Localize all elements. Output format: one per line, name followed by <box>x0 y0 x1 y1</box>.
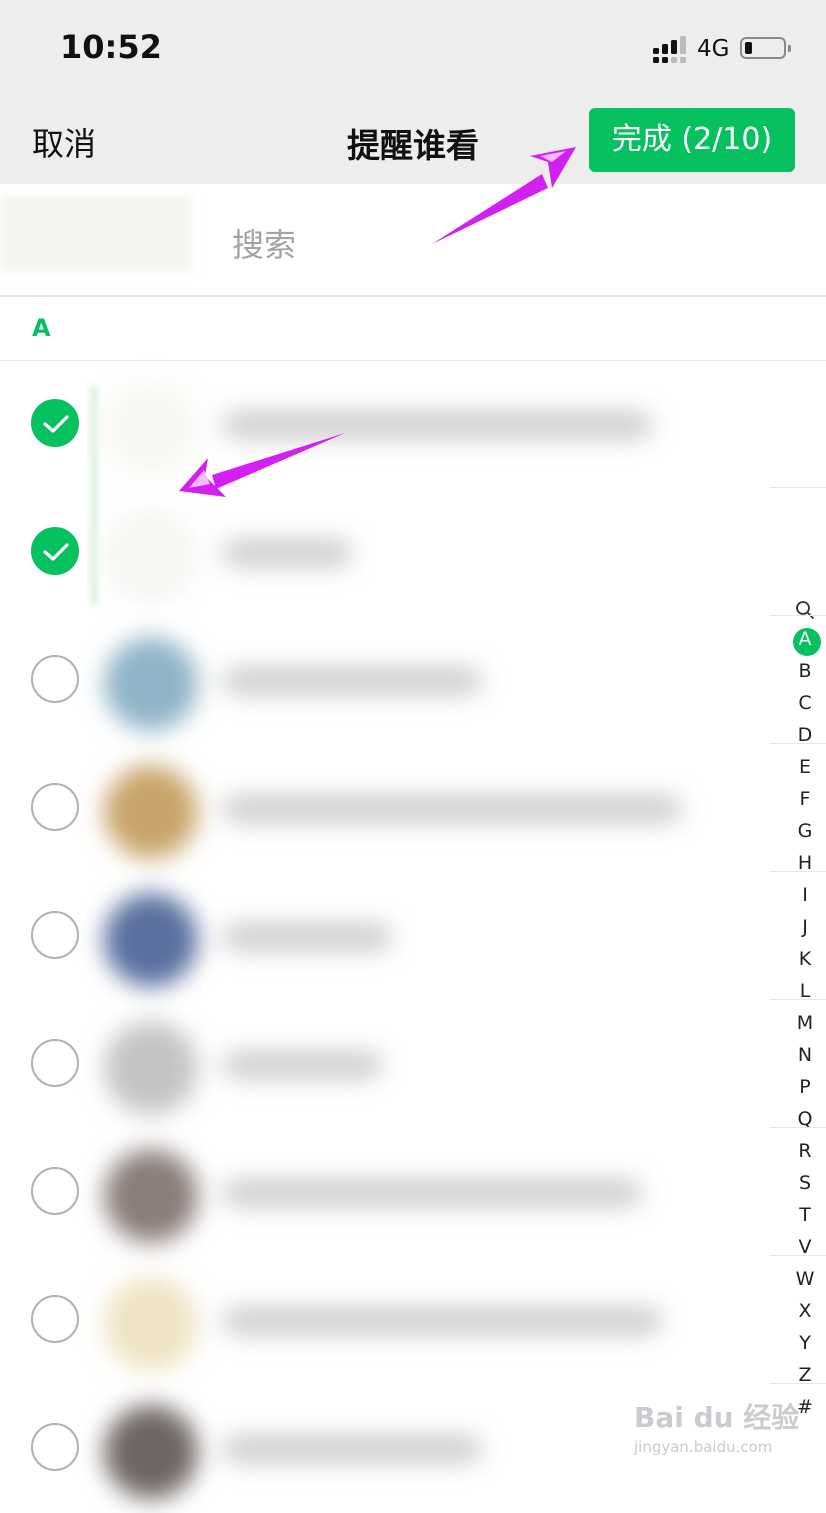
index-letter[interactable]: I <box>769 884 826 906</box>
row-divider <box>770 1383 826 1384</box>
unchecked-circle-icon[interactable] <box>31 1167 79 1215</box>
index-letter[interactable]: J <box>769 916 826 938</box>
avatar <box>104 1277 198 1371</box>
avatar <box>104 509 198 603</box>
avatar <box>104 1021 198 1115</box>
contact-name-blurred <box>222 1307 662 1335</box>
checked-circle-icon[interactable] <box>31 527 79 575</box>
index-letter[interactable]: M <box>769 1012 826 1034</box>
index-letter[interactable]: A <box>769 628 826 650</box>
avatar <box>104 1405 198 1499</box>
row-divider <box>770 1127 826 1128</box>
watermark: Bai du 经验 jingyan.baidu.com <box>634 1396 799 1456</box>
contact-name-blurred <box>222 1435 482 1463</box>
contact-name-blurred <box>222 795 682 823</box>
alphabet-index-bar[interactable]: A B C D E F G H I J K L M N P Q R S T V W X Y Z # <box>770 0 826 1469</box>
index-letter[interactable]: X <box>769 1300 826 1322</box>
contact-row[interactable] <box>0 745 770 873</box>
unchecked-circle-icon[interactable] <box>31 1039 79 1087</box>
unchecked-circle-icon[interactable] <box>31 1295 79 1343</box>
network-label: 4G <box>697 36 730 62</box>
contact-row[interactable] <box>0 1001 770 1129</box>
index-letter[interactable]: P <box>769 1076 826 1098</box>
nav-bar: 取消 提醒谁看 完成 (2/10) <box>0 92 826 184</box>
contact-name-blurred <box>222 411 652 439</box>
row-divider <box>770 487 826 488</box>
avatar <box>104 637 198 731</box>
contact-name-blurred <box>222 667 482 695</box>
index-letter[interactable]: F <box>769 788 826 810</box>
selected-avatars-strip <box>0 196 192 272</box>
signal-icon <box>653 36 686 63</box>
row-divider <box>770 743 826 744</box>
index-letter[interactable]: Y <box>769 1332 826 1354</box>
row-divider <box>770 1255 826 1256</box>
index-letter[interactable]: W <box>769 1268 826 1290</box>
contact-row[interactable] <box>0 617 770 745</box>
index-letter[interactable]: T <box>769 1204 826 1226</box>
contact-row[interactable] <box>0 489 770 617</box>
status-time: 10:52 <box>60 28 162 66</box>
unchecked-circle-icon[interactable] <box>31 783 79 831</box>
avatar <box>104 381 198 475</box>
contact-row[interactable] <box>0 361 770 489</box>
index-letter[interactable]: E <box>769 756 826 778</box>
watermark-main: Bai du 经验 <box>634 1401 800 1434</box>
section-letter: A <box>32 314 51 342</box>
row-divider <box>770 615 826 616</box>
index-letter[interactable]: G <box>769 820 826 842</box>
contact-row[interactable] <box>0 1257 770 1385</box>
contact-name-blurred <box>222 1051 382 1079</box>
watermark-sub: jingyan.baidu.com <box>634 1438 773 1456</box>
contact-row[interactable] <box>0 1129 770 1257</box>
avatar <box>104 1149 198 1243</box>
contact-row[interactable] <box>0 873 770 1001</box>
unchecked-circle-icon[interactable] <box>31 911 79 959</box>
index-letter[interactable]: N <box>769 1044 826 1066</box>
done-button[interactable]: 完成 (2/10) <box>589 108 795 172</box>
unchecked-circle-icon[interactable] <box>31 1423 79 1471</box>
contact-name-blurred <box>222 539 352 567</box>
row-divider <box>770 871 826 872</box>
status-bar: 10:52 4G <box>0 0 826 92</box>
contact-name-blurred <box>222 923 392 951</box>
contact-name-blurred <box>222 1179 642 1207</box>
row-divider <box>770 999 826 1000</box>
index-letter[interactable]: B <box>769 660 826 682</box>
avatar <box>104 893 198 987</box>
search-bar[interactable]: 搜索 <box>0 184 826 297</box>
section-header: A <box>0 297 826 361</box>
index-search-icon[interactable] <box>769 596 826 625</box>
search-input[interactable]: 搜索 <box>232 220 296 266</box>
unchecked-circle-icon[interactable] <box>31 655 79 703</box>
index-letter[interactable]: C <box>769 692 826 714</box>
avatar <box>104 765 198 859</box>
index-letter[interactable]: S <box>769 1172 826 1194</box>
index-letter[interactable]: R <box>769 1140 826 1162</box>
checked-circle-icon[interactable] <box>31 399 79 447</box>
index-letter[interactable]: K <box>769 948 826 970</box>
